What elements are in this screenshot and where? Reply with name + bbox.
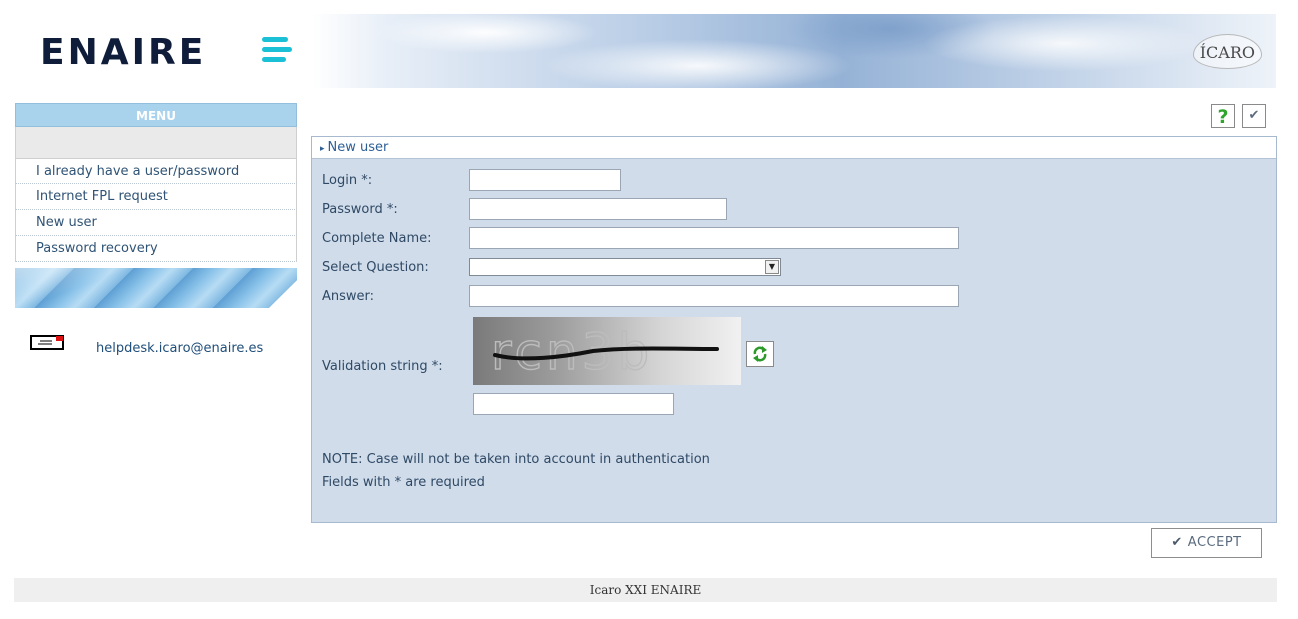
sidebar-item-internet-fpl[interactable]: Internet FPL request — [15, 184, 297, 210]
captcha-drawing: rcn3b — [490, 322, 719, 382]
refresh-icon — [753, 346, 767, 362]
logo-text: ENAIRE — [40, 32, 207, 73]
header-banner-image — [312, 14, 1276, 88]
answer-label: Answer: — [322, 289, 375, 304]
confirm-icon-button[interactable]: ✔ — [1242, 104, 1266, 128]
page-header: ENAIRE ÍCARO — [14, 14, 1276, 88]
page-footer: Icaro XXI ENAIRE — [14, 578, 1277, 602]
helpdesk-email-link[interactable]: helpdesk.icaro@enaire.es — [96, 341, 263, 356]
enaire-logo: ENAIRE — [40, 32, 206, 73]
required-note: Fields with * are required — [322, 475, 485, 490]
panel-title: ▸ New user — [312, 137, 1276, 159]
login-label: Login *: — [322, 173, 373, 188]
login-input[interactable] — [469, 169, 621, 191]
sidebar-menu: I already have a user/password Internet … — [15, 158, 297, 262]
chevron-down-icon[interactable]: ▼ — [765, 260, 779, 274]
case-note: NOTE: Case will not be taken into accoun… — [322, 452, 710, 467]
panel-title-text: New user — [327, 140, 389, 155]
password-input[interactable] — [469, 198, 727, 220]
complete-name-input[interactable] — [469, 227, 959, 249]
sidebar-item-password-recovery[interactable]: Password recovery — [15, 236, 297, 262]
refresh-captcha-button[interactable] — [746, 341, 774, 367]
new-user-form-panel: ▸ New user Login *: Password *: Complete … — [311, 136, 1277, 523]
enaire-logo-bars-icon — [262, 37, 292, 65]
sidebar-item-new-user[interactable]: New user — [15, 210, 297, 236]
accept-label: ACCEPT — [1187, 535, 1242, 550]
password-label: Password *: — [322, 202, 398, 217]
complete-name-label: Complete Name: — [322, 231, 432, 246]
checkmark-icon: ✔ — [1171, 535, 1183, 550]
menu-header: MENU — [15, 103, 297, 127]
accept-button[interactable]: ✔ ACCEPT — [1151, 528, 1262, 558]
answer-input[interactable] — [469, 285, 959, 307]
select-question-label: Select Question: — [322, 260, 429, 275]
icaro-badge-text: ÍCARO — [1199, 43, 1255, 62]
help-button[interactable]: ? — [1211, 104, 1235, 128]
sidebar-item-existing-user[interactable]: I already have a user/password — [15, 158, 297, 184]
icaro-badge: ÍCARO — [1192, 34, 1262, 69]
validation-input[interactable] — [473, 393, 674, 415]
captcha-text: rcn3b — [491, 323, 653, 381]
captcha-image: rcn3b — [473, 317, 741, 385]
bullet-arrow-icon: ▸ — [320, 144, 325, 154]
question-select[interactable]: ▼ — [469, 258, 781, 276]
menu-decorative-image — [15, 268, 297, 308]
envelope-icon — [30, 335, 64, 350]
validation-label: Validation string *: — [322, 359, 443, 374]
menu-spacer — [15, 127, 297, 158]
